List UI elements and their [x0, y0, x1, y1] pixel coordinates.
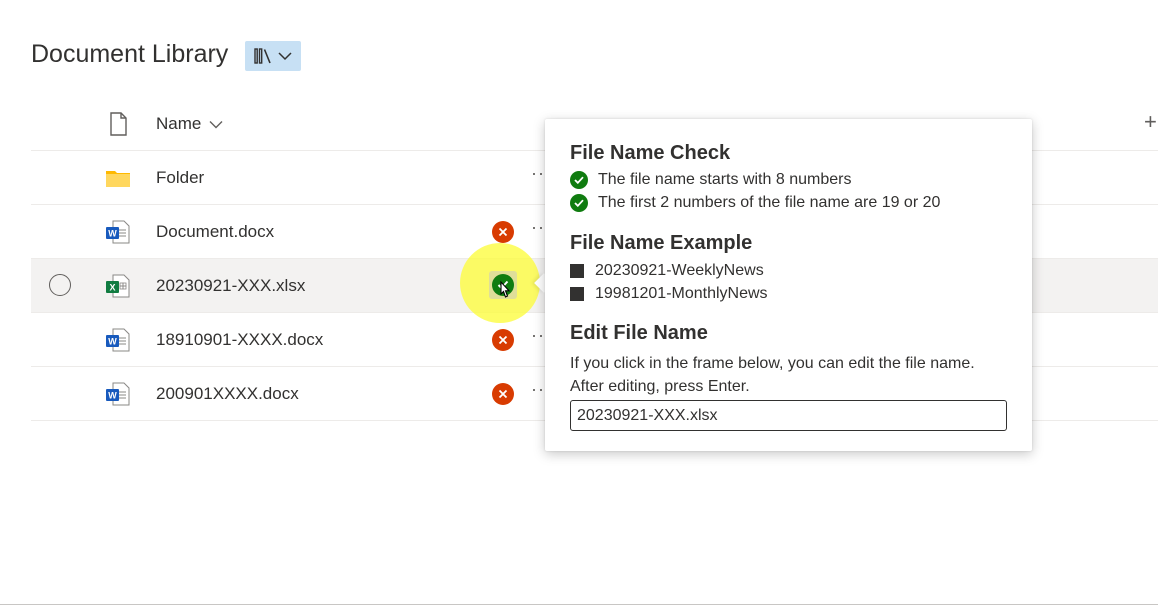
- chevron-down-icon: [278, 52, 292, 61]
- word-file-icon: W: [106, 328, 130, 352]
- svg-text:W: W: [108, 391, 117, 401]
- example-item: 19981201-MonthlyNews: [570, 285, 768, 303]
- svg-text:X: X: [109, 283, 115, 293]
- word-file-icon: W: [106, 382, 130, 406]
- file-type-header-icon[interactable]: [105, 111, 131, 137]
- edit-title: Edit File Name: [570, 322, 708, 344]
- check-item: The file name starts with 8 numbers: [570, 171, 851, 189]
- more-actions-button[interactable]: ··: [531, 379, 545, 400]
- file-name[interactable]: 200901XXXX.docx: [156, 384, 299, 404]
- validation-status[interactable]: [492, 329, 514, 351]
- bottom-divider: [0, 604, 1158, 605]
- mouse-cursor-icon: [500, 280, 511, 298]
- example-item: 20230921-WeeklyNews: [570, 262, 764, 280]
- add-column-button[interactable]: +: [1144, 109, 1157, 135]
- edit-description: If you click in the frame below, you can…: [570, 355, 975, 395]
- svg-text:W: W: [108, 337, 117, 347]
- name-column-label: Name: [156, 114, 202, 133]
- example-text: 20230921-WeeklyNews: [595, 262, 764, 279]
- chevron-down-icon: [209, 120, 223, 128]
- word-file-icon: W: [106, 220, 130, 244]
- folder-icon: [106, 171, 130, 187]
- check-text: The first 2 numbers of the file name are…: [598, 194, 941, 211]
- file-name-callout: File Name Check The file name starts wit…: [545, 119, 1032, 451]
- name-column-header[interactable]: Name: [156, 114, 223, 134]
- row-select-checkbox[interactable]: [49, 274, 71, 296]
- check-item: The first 2 numbers of the file name are…: [570, 194, 940, 212]
- file-name[interactable]: Document.docx: [156, 222, 274, 242]
- validation-status[interactable]: [492, 221, 514, 243]
- file-name[interactable]: 18910901-XXXX.docx: [156, 330, 323, 350]
- check-title: File Name Check: [570, 142, 731, 164]
- square-bullet-icon: [570, 264, 584, 278]
- library-icon: [254, 48, 271, 64]
- check-text: The file name starts with 8 numbers: [598, 171, 852, 188]
- excel-file-icon: X: [106, 274, 130, 298]
- check-circle-icon: [570, 171, 588, 189]
- square-bullet-icon: [570, 287, 584, 301]
- example-text: 19981201-MonthlyNews: [595, 285, 768, 302]
- error-icon: [492, 221, 514, 243]
- file-name-input[interactable]: [570, 400, 1007, 431]
- file-name[interactable]: 20230921-XXX.xlsx: [156, 276, 305, 296]
- error-icon: [492, 383, 514, 405]
- example-title: File Name Example: [570, 232, 753, 254]
- more-actions-button[interactable]: ··: [531, 325, 545, 346]
- check-circle-icon: [570, 194, 588, 212]
- file-name[interactable]: Folder: [156, 168, 204, 188]
- more-actions-button[interactable]: ··: [531, 217, 545, 238]
- error-icon: [492, 329, 514, 351]
- svg-text:W: W: [108, 229, 117, 239]
- view-switcher-button[interactable]: [245, 41, 301, 71]
- validation-status[interactable]: [492, 383, 514, 405]
- page-title: Document Library: [31, 40, 229, 68]
- more-actions-button[interactable]: ··: [531, 163, 545, 184]
